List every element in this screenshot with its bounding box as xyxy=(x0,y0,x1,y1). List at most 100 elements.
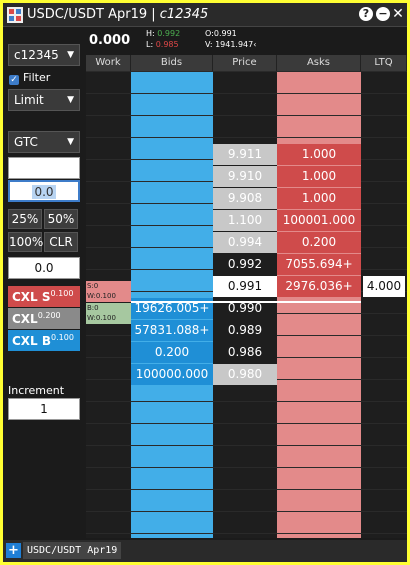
work-sell-cell[interactable]: S:0 W:0.100 xyxy=(86,281,131,302)
header-bids[interactable]: Bids xyxy=(131,55,213,71)
ask-cell[interactable]: 2976.036+ xyxy=(277,276,361,297)
window-title-main: USDC/USDT Apr19 | xyxy=(27,7,160,22)
ladder-gridline xyxy=(86,401,407,402)
price-cell[interactable]: 9.910 xyxy=(213,166,277,187)
qty-50-button[interactable]: 50% xyxy=(44,209,78,229)
qty-100-button[interactable]: 100% xyxy=(8,232,43,252)
ltq-cell: 4.000 xyxy=(363,276,405,297)
app-icon xyxy=(7,7,23,23)
price-input[interactable] xyxy=(8,157,80,179)
cancel-buy-button[interactable]: CXL B0.100 xyxy=(8,330,80,351)
ask-cell[interactable]: 1.000 xyxy=(277,188,361,209)
high-value: 0.992 xyxy=(157,29,181,38)
price-cell[interactable]: 9.908 xyxy=(213,188,277,209)
price-cell[interactable]: 9.911 xyxy=(213,144,277,165)
work-sell-qty: W:0.100 xyxy=(87,292,116,300)
filter-checkbox-row[interactable]: ✓ Filter xyxy=(9,71,50,85)
ask-cell[interactable]: 0.200 xyxy=(277,232,361,253)
volume-value: 1941.947‹ xyxy=(215,40,257,49)
cancel-sell-label: CXL S xyxy=(12,290,51,304)
spread-divider xyxy=(131,301,361,303)
cancel-all-label: CXL xyxy=(12,312,38,326)
tif-dropdown[interactable]: GTC ▼ xyxy=(8,131,80,153)
ladder-gridline xyxy=(86,533,407,534)
low-label: L: xyxy=(146,40,154,49)
window-title-account: c12345 xyxy=(159,7,209,22)
checkbox-checked-icon[interactable]: ✓ xyxy=(9,75,19,85)
low-value: 0.985 xyxy=(155,40,179,49)
ask-cell[interactable]: 1.000 xyxy=(277,166,361,187)
help-icon[interactable]: ? xyxy=(359,7,373,21)
price-cell[interactable]: 0.980 xyxy=(213,364,277,385)
clear-button[interactable]: CLR xyxy=(44,232,78,252)
minimize-icon[interactable]: − xyxy=(376,7,390,21)
price-cell[interactable]: 0.986 xyxy=(213,342,277,363)
order-type-dropdown[interactable]: Limit ▼ xyxy=(8,89,80,111)
ladder-gridline xyxy=(86,489,407,490)
header-work[interactable]: Work xyxy=(86,55,131,71)
price-cell[interactable]: 0.992 xyxy=(213,254,277,275)
cancel-buy-qty: 0.100 xyxy=(51,333,74,342)
filter-label: Filter xyxy=(23,71,51,84)
price-cell[interactable]: 0.994 xyxy=(213,232,277,253)
chevron-down-icon: ▼ xyxy=(67,137,74,147)
qty-25-button[interactable]: 25% xyxy=(8,209,42,229)
quantity-input[interactable]: 0.0 xyxy=(8,180,80,202)
header-price[interactable]: Price xyxy=(213,55,277,71)
cancel-all-qty: 0.200 xyxy=(37,311,61,320)
work-buy-count: B:0 xyxy=(87,304,99,312)
price-cell[interactable]: 0.989 xyxy=(213,320,277,341)
title-bar[interactable]: USDC/USDT Apr19 | c12345 ? − ✕ xyxy=(3,3,407,27)
volume-label: V: xyxy=(205,40,213,49)
work-buy-qty: W:0.100 xyxy=(87,314,116,322)
work-buy-cell[interactable]: B:0 W:0.100 xyxy=(86,303,131,324)
bid-cell[interactable]: 0.200 xyxy=(131,342,213,363)
bid-cell[interactable]: 100000.000 xyxy=(131,364,213,385)
ladder-gridline xyxy=(86,423,407,424)
cancel-sell-qty: 0.100 xyxy=(50,289,74,298)
header-ltq[interactable]: LTQ xyxy=(361,55,407,71)
last-price: 0.000 xyxy=(89,33,131,48)
ladder-gridline xyxy=(86,93,407,94)
order-value-field: 0.0 xyxy=(8,257,80,279)
bid-cell[interactable]: 57831.088+ xyxy=(131,320,213,341)
ladder-gridline xyxy=(86,511,407,512)
cancel-all-button[interactable]: CXL0.200 xyxy=(8,308,80,329)
price-cell[interactable]: 0.991 xyxy=(213,276,277,297)
chevron-down-icon: ▼ xyxy=(67,50,74,60)
price-cell[interactable]: 1.100 xyxy=(213,210,277,231)
header-asks[interactable]: Asks xyxy=(277,55,361,71)
increment-input[interactable]: 1 xyxy=(8,398,80,420)
high-label: H: xyxy=(146,29,155,38)
order-type-value: Limit xyxy=(14,93,44,107)
open-label: O: xyxy=(205,29,214,38)
open-stat: O:0.991 xyxy=(205,29,237,38)
account-dropdown[interactable]: c12345 ▼ xyxy=(8,44,80,66)
ladder-gridline xyxy=(86,115,407,116)
chevron-down-icon: ▼ xyxy=(67,95,74,105)
ladder-gridline xyxy=(86,137,407,138)
instrument-tab[interactable]: USDC/USDT Apr19 xyxy=(23,542,122,559)
cancel-buy-label: CXL B xyxy=(12,334,52,348)
add-tab-icon[interactable]: + xyxy=(6,543,21,558)
window-title: USDC/USDT Apr19 | c12345 xyxy=(27,7,208,22)
close-icon[interactable]: ✕ xyxy=(392,7,404,21)
ladder-gridline xyxy=(86,71,407,72)
quantity-value: 0.0 xyxy=(32,185,56,199)
account-value: c12345 xyxy=(14,48,59,62)
ask-cell[interactable]: 100001.000 xyxy=(277,210,361,231)
trading-window: USDC/USDT Apr19 | c12345 ? − ✕ c12345 ▼ … xyxy=(3,3,407,562)
high-stat: H: 0.992 xyxy=(146,29,180,38)
ask-cell[interactable]: 1.000 xyxy=(277,144,361,165)
ladder-gridline xyxy=(86,467,407,468)
cancel-sell-button[interactable]: CXL S0.100 xyxy=(8,286,80,307)
increment-label: Increment xyxy=(8,384,65,397)
work-sell-count: S:0 xyxy=(87,282,99,290)
low-stat: L: 0.985 xyxy=(146,40,179,49)
price-ladder[interactable]: Work Bids Price Asks LTQ S:0 W:0.100 B:0… xyxy=(86,55,407,538)
ask-cell[interactable]: 7055.694+ xyxy=(277,254,361,275)
volume-stat: V: 1941.947‹ xyxy=(205,40,256,49)
bottom-tab-bar: + USDC/USDT Apr19 xyxy=(3,540,407,562)
ladder-gridline xyxy=(86,445,407,446)
tif-value: GTC xyxy=(14,135,38,149)
